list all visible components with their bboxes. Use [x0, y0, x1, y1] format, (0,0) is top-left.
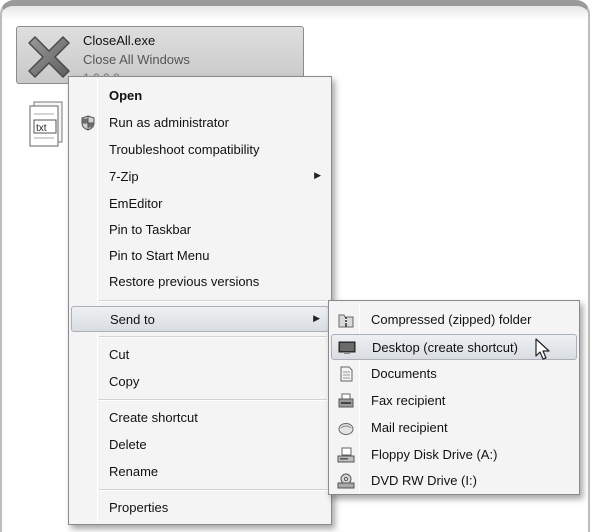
dvd-drive-icon	[337, 473, 355, 489]
menu-item-label: Copy	[109, 374, 140, 389]
send-to-dvd-rw-drive[interactable]: DVD RW Drive (I:)	[331, 468, 577, 494]
menu-separator	[99, 300, 327, 302]
menu-item-label: EmEditor	[109, 196, 163, 211]
menu-item-create-shortcut[interactable]: Create shortcut	[71, 405, 329, 431]
menu-item-rename[interactable]: Rename	[71, 459, 329, 485]
menu-item-cut[interactable]: Cut	[71, 342, 329, 368]
frame-shade	[2, 6, 588, 20]
menu-separator	[99, 336, 327, 338]
menu-item-troubleshoot-compatibility[interactable]: Troubleshoot compatibility	[71, 137, 329, 163]
menu-item-label: Send to	[110, 312, 155, 327]
menu-item-pin-to-taskbar[interactable]: Pin to Taskbar	[71, 217, 329, 243]
desktop-icon	[338, 341, 356, 354]
menu-item-label: Properties	[109, 500, 169, 515]
send-to-compressed-folder[interactable]: Compressed (zipped) folder	[331, 307, 577, 333]
shield-icon	[81, 115, 95, 131]
menu-item-send-to[interactable]: Send to ▶	[71, 306, 329, 332]
txt-file-icon[interactable]: txt	[28, 100, 68, 150]
file-name: CloseAll.exe	[83, 33, 156, 48]
submenu-arrow-icon: ▶	[313, 313, 320, 323]
submenu-item-label: Compressed (zipped) folder	[371, 312, 532, 327]
send-to-documents[interactable]: Documents	[331, 361, 577, 387]
send-to-mail-recipient[interactable]: Mail recipient	[331, 415, 577, 441]
send-to-fax-recipient[interactable]: Fax recipient	[331, 388, 577, 414]
menu-separator	[99, 399, 327, 401]
menu-item-label: Rename	[109, 464, 159, 479]
menu-item-open[interactable]: Open	[71, 83, 329, 109]
menu-item-label: Pin to Start Menu	[109, 248, 210, 263]
menu-separator	[99, 489, 327, 491]
send-to-floppy-drive[interactable]: Floppy Disk Drive (A:)	[331, 442, 577, 468]
floppy-drive-icon	[337, 447, 355, 463]
menu-item-emeditor[interactable]: EmEditor	[71, 191, 329, 217]
menu-item-properties[interactable]: Properties	[71, 495, 329, 521]
menu-item-copy[interactable]: Copy	[71, 369, 329, 395]
mail-icon	[338, 423, 354, 435]
menu-item-label: Open	[109, 88, 143, 103]
submenu-item-label: DVD RW Drive (I:)	[371, 473, 477, 488]
menu-item-delete[interactable]: Delete	[71, 432, 329, 458]
menu-item-label: Create shortcut	[109, 410, 198, 425]
menu-item-7-zip[interactable]: 7-Zip ▶	[71, 164, 329, 190]
menu-item-label: Restore previous versions	[109, 274, 260, 289]
submenu-item-label: Documents	[371, 366, 437, 381]
submenu-item-label: Mail recipient	[371, 420, 448, 435]
submenu-item-label: Fax recipient	[371, 393, 446, 408]
menu-item-pin-to-start-menu[interactable]: Pin to Start Menu	[71, 243, 329, 269]
menu-item-restore-previous-versions[interactable]: Restore previous versions	[71, 269, 329, 295]
submenu-item-label: Desktop (create shortcut)	[372, 340, 518, 355]
menu-item-label: Troubleshoot compatibility	[109, 142, 260, 157]
menu-item-label: Cut	[109, 347, 130, 362]
menu-item-label: Run as administrator	[109, 115, 229, 130]
send-to-submenu: Compressed (zipped) folder Desktop (crea…	[328, 300, 580, 495]
screenshot-frame: CloseAll.exe Close All Windows 1.0.0.0 t…	[0, 0, 590, 532]
documents-icon	[340, 366, 353, 382]
zip-folder-icon	[338, 314, 354, 328]
fax-icon	[338, 393, 354, 408]
context-menu: Open Run as administrator Troubleshoot c…	[68, 76, 332, 525]
menu-item-label: 7-Zip	[109, 169, 139, 184]
menu-item-label: Delete	[109, 437, 147, 452]
menu-item-run-as-administrator[interactable]: Run as administrator	[71, 110, 329, 136]
submenu-arrow-icon: ▶	[314, 170, 321, 180]
mouse-pointer-icon	[535, 338, 550, 360]
submenu-item-label: Floppy Disk Drive (A:)	[371, 447, 498, 462]
txt-file-label: txt	[36, 123, 47, 134]
file-description: Close All Windows	[83, 52, 190, 67]
menu-item-label: Pin to Taskbar	[109, 222, 192, 237]
